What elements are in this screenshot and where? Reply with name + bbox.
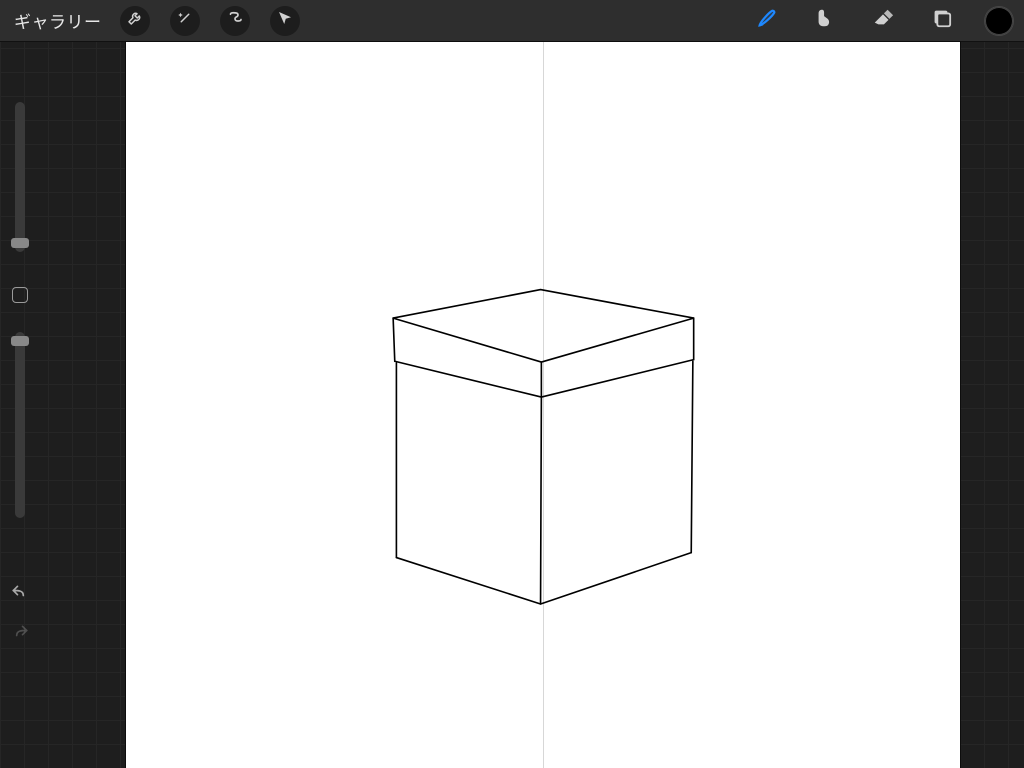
undo-redo-group xyxy=(7,582,33,648)
opacity-slider[interactable] xyxy=(15,332,25,518)
undo-button[interactable] xyxy=(7,582,33,608)
smudge-icon xyxy=(814,7,836,34)
transform-button[interactable] xyxy=(270,6,300,36)
app-root: ギャラリー xyxy=(0,0,1024,768)
redo-icon xyxy=(10,623,30,648)
eraser-icon xyxy=(872,7,894,34)
actions-button[interactable] xyxy=(120,6,150,36)
opacity-thumb[interactable] xyxy=(11,336,29,346)
canvas[interactable] xyxy=(126,42,960,768)
brush-icon xyxy=(756,7,778,34)
left-sidebar xyxy=(0,42,40,768)
gallery-button[interactable]: ギャラリー xyxy=(8,4,108,37)
wand-icon xyxy=(176,9,194,32)
selection-button[interactable] xyxy=(220,6,250,36)
canvas-wrap xyxy=(126,42,960,768)
square-icon xyxy=(12,287,28,303)
arrow-icon xyxy=(276,9,294,32)
eraser-button[interactable] xyxy=(868,6,898,36)
color-swatch-icon xyxy=(985,7,1013,35)
undo-icon xyxy=(10,583,30,608)
toolbar-left-group xyxy=(120,6,320,36)
layers-button[interactable] xyxy=(926,6,956,36)
select-icon xyxy=(226,9,244,32)
toolbar-right-group xyxy=(752,6,1014,36)
canvas-drawing xyxy=(126,42,960,768)
smudge-button[interactable] xyxy=(810,6,840,36)
brush-size-slider[interactable] xyxy=(15,102,25,252)
brush-button[interactable] xyxy=(752,6,782,36)
brush-size-thumb[interactable] xyxy=(11,238,29,248)
adjustments-button[interactable] xyxy=(170,6,200,36)
layers-icon xyxy=(930,7,952,34)
redo-button[interactable] xyxy=(7,622,33,648)
wrench-icon xyxy=(126,9,144,32)
color-button[interactable] xyxy=(984,6,1014,36)
top-toolbar: ギャラリー xyxy=(0,0,1024,42)
modify-button[interactable] xyxy=(9,284,31,306)
